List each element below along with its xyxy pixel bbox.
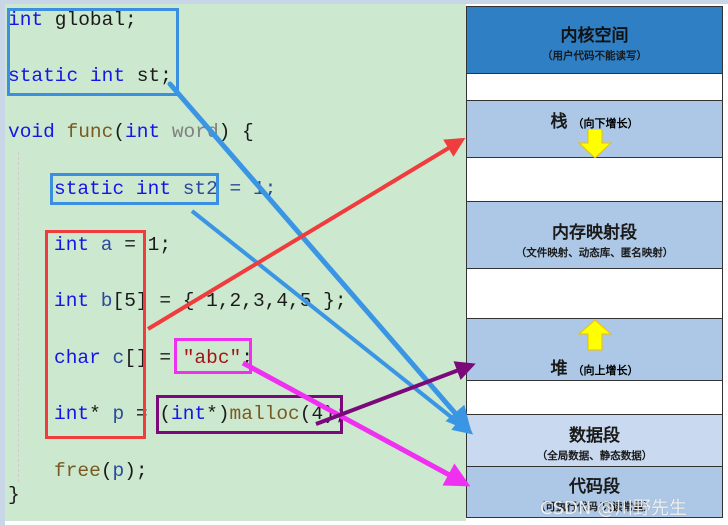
- segment-kernel-title: 内核空间: [560, 26, 629, 46]
- arrow-down-icon: [578, 129, 612, 159]
- segment-kernel-subtitle: （用户代码不能读写）: [542, 50, 647, 62]
- code-token: p: [112, 460, 125, 482]
- code-token: ) {: [218, 121, 254, 143]
- memory-layout: 内核空间 （用户代码不能读写） 栈 （向下增长） 内存映射段 （文件映射、动态库…: [466, 6, 723, 518]
- code-token: [5] = { 1,2,3,4,5 };: [112, 290, 347, 312]
- segment-kernel: 内核空间 （用户代码不能读写）: [467, 7, 722, 74]
- segment-gap: [467, 74, 722, 101]
- code-token: );: [124, 460, 148, 482]
- segment-data-subtitle: （全局数据、静态数据）: [536, 450, 653, 462]
- segment-mmap: 内存映射段 （文件映射、动态库、匿名映射）: [467, 202, 722, 269]
- code-line-free: free(p);: [54, 460, 148, 482]
- segment-gap: [467, 158, 722, 202]
- watermark: CSDN @川野先生: [540, 498, 688, 519]
- code-token: (: [100, 460, 113, 482]
- highlight-malloc-box: [156, 395, 343, 434]
- segment-gap: [467, 381, 722, 415]
- code-token: int: [125, 121, 161, 143]
- segment-heap-title: 堆: [550, 359, 568, 379]
- segment-mmap-subtitle: （文件映射、动态库、匿名映射）: [515, 247, 674, 259]
- segment-data-title: 数据段: [569, 426, 620, 446]
- code-line-func-signature: void func(int word) {: [8, 121, 254, 143]
- segment-heap: 堆 （向上增长）: [467, 319, 722, 381]
- code-token: word: [171, 121, 219, 143]
- code-token: free: [54, 460, 101, 482]
- segment-stack-title: 栈: [550, 112, 568, 132]
- segment-heap-subtitle: （向上增长）: [572, 364, 639, 377]
- code-token: void: [8, 121, 55, 143]
- segment-stack: 栈 （向下增长）: [467, 101, 722, 159]
- highlight-globals-box: [7, 8, 179, 96]
- highlight-static-local-box: [50, 173, 219, 205]
- highlight-locals-box: [45, 230, 146, 439]
- code-line-close-brace: }: [8, 484, 20, 506]
- code-token: }: [8, 484, 20, 506]
- code-token: func: [66, 121, 114, 143]
- highlight-string-literal-box: [174, 338, 252, 374]
- code-token: (: [113, 121, 126, 143]
- segment-data: 数据段 （全局数据、静态数据）: [467, 415, 722, 467]
- segment-mmap-title: 内存映射段: [552, 223, 637, 243]
- arrow-up-icon: [578, 319, 612, 351]
- segment-gap: [467, 269, 722, 319]
- indent-guide: [18, 152, 19, 482]
